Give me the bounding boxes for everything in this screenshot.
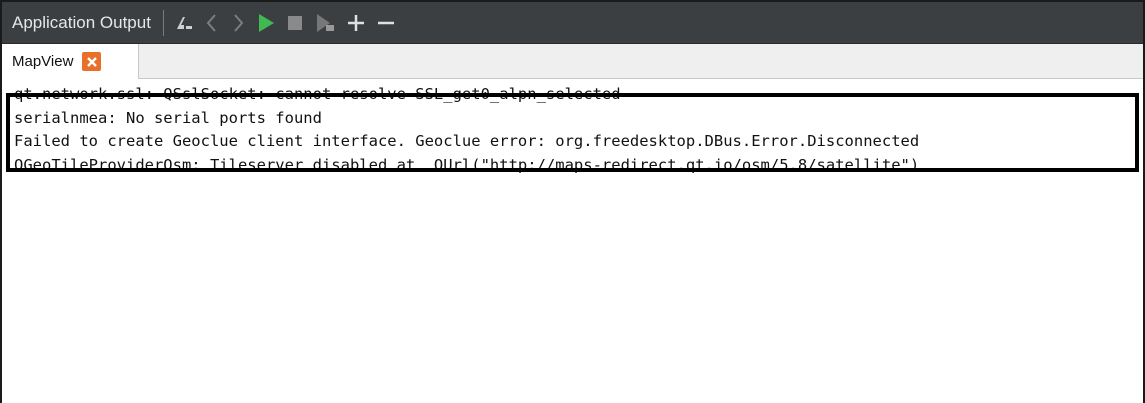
previous-icon[interactable] bbox=[204, 8, 220, 38]
run-icon[interactable] bbox=[256, 8, 276, 38]
panel-title: Application Output bbox=[12, 12, 151, 32]
filter-icon[interactable] bbox=[174, 8, 194, 38]
zoom-in-icon[interactable] bbox=[346, 8, 366, 38]
stop-icon[interactable] bbox=[286, 8, 304, 38]
tab-label: MapView bbox=[12, 53, 74, 70]
output-tabbar: MapView bbox=[2, 44, 1143, 79]
highlight-box bbox=[6, 93, 1139, 172]
toolbar-separator bbox=[162, 9, 164, 36]
zoom-out-icon[interactable] bbox=[376, 8, 396, 38]
tab-mapview[interactable]: MapView bbox=[2, 44, 139, 79]
attach-icon[interactable] bbox=[314, 8, 336, 38]
next-icon[interactable] bbox=[230, 8, 246, 38]
close-icon[interactable] bbox=[82, 52, 102, 71]
output-toolbar: Application Output bbox=[2, 2, 1143, 44]
